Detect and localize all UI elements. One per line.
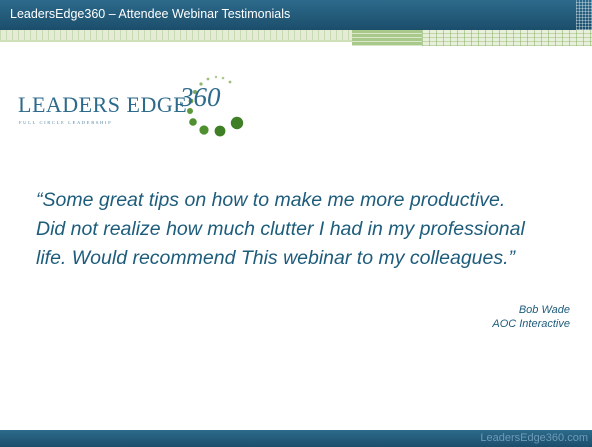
logo-tagline: FULL CIRCLE LEADERSHIP: [19, 120, 113, 125]
logo-dot: [214, 75, 218, 79]
logo-dot: [206, 77, 210, 81]
logo-dot: [221, 76, 225, 80]
decorative-stripe: [0, 30, 592, 46]
footer-band: LeadersEdge360.com: [0, 430, 592, 447]
logo-dot: [214, 125, 226, 137]
header-band: LeadersEdge360 – Attendee Webinar Testim…: [0, 0, 592, 30]
footer-website-link[interactable]: LeadersEdge360.com: [480, 432, 588, 444]
quote-line: life. Would recommend This webinar to my…: [36, 247, 516, 269]
quote-line: Did not realize how much clutter I had i…: [36, 218, 525, 240]
stripe-right-block: [352, 30, 422, 46]
logo-dot: [230, 116, 244, 130]
logo-360: 360: [180, 82, 221, 112]
slide: LeadersEdge360 – Attendee Webinar Testim…: [0, 0, 592, 447]
author-name: Bob Wade: [518, 304, 570, 316]
quote-line: “Some great tips on how to make me more …: [36, 189, 506, 211]
stripe-left: [0, 30, 352, 40]
author-company: AOC Interactive: [492, 318, 570, 330]
slide-title: LeadersEdge360 – Attendee Webinar Testim…: [10, 7, 291, 21]
testimonial-quote: “Some great tips on how to make me more …: [36, 186, 582, 273]
testimonial-attribution: Bob Wade AOC Interactive: [492, 303, 570, 331]
leaders-edge-logo: LEADERS EDGE FULL CIRCLE LEADERSHIP 360: [18, 70, 258, 150]
header-pattern: [576, 0, 592, 30]
logo-dot: [189, 118, 197, 126]
logo-dot: [199, 125, 209, 135]
stripe-left-rule: [0, 40, 352, 42]
logo-dot: [228, 80, 232, 84]
